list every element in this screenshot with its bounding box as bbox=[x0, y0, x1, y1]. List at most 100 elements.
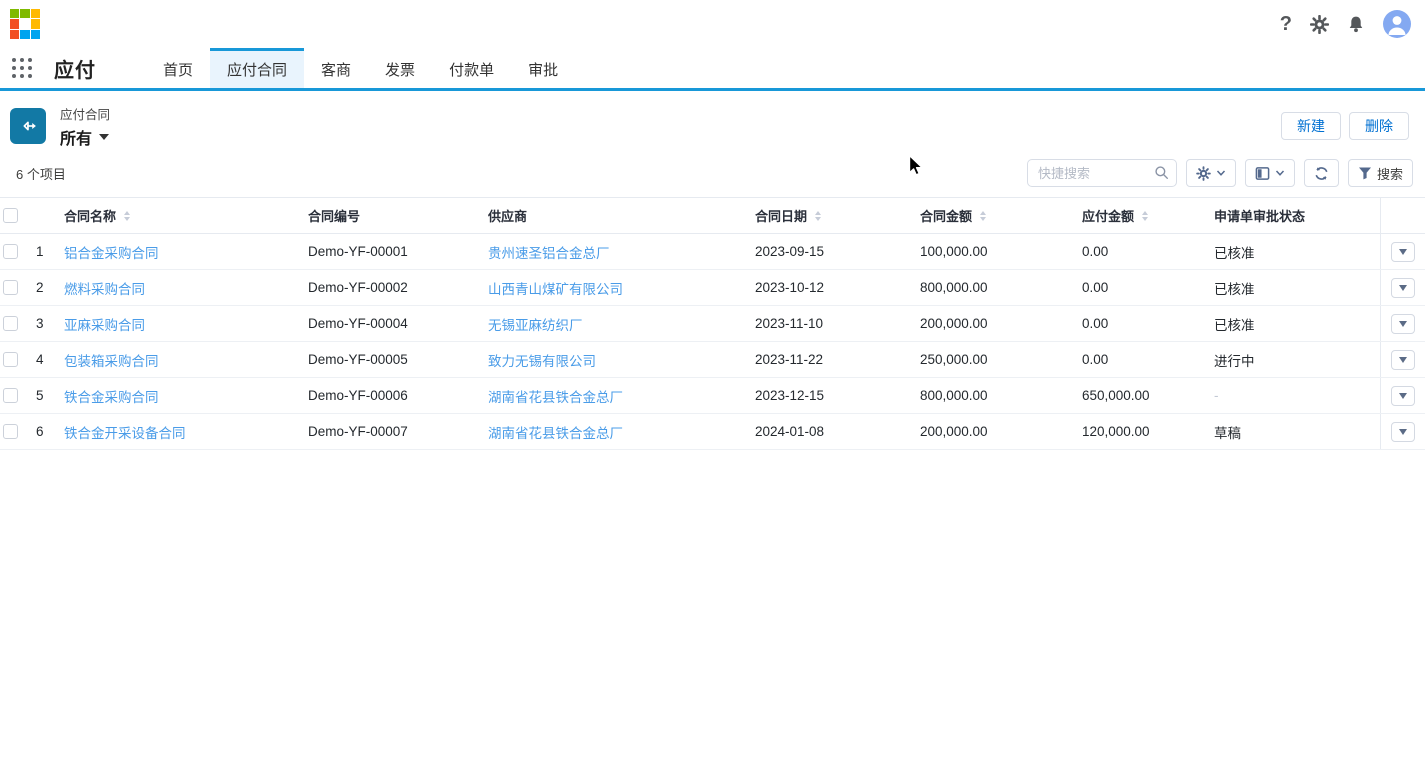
column-header-contract-date[interactable]: 合同日期 bbox=[755, 206, 920, 225]
payable-amount: 650,000.00 bbox=[1082, 388, 1150, 403]
gear-icon bbox=[1196, 165, 1211, 181]
caret-down-icon bbox=[1399, 428, 1407, 435]
row-number: 6 bbox=[36, 424, 44, 439]
approval-status: 已核准 bbox=[1214, 317, 1255, 333]
list-settings-button[interactable] bbox=[1185, 159, 1236, 187]
contract-date: 2023-11-22 bbox=[755, 352, 824, 367]
approval-status: 进行中 bbox=[1214, 353, 1255, 369]
chevron-down-icon bbox=[1275, 170, 1285, 176]
new-button[interactable]: 新建 bbox=[1281, 112, 1341, 140]
table-header-row: 合同名称 合同编号 供应商 合同日期 合同金额 应付金额 申请单审批状态 bbox=[0, 197, 1425, 234]
contract-amount: 100,000.00 bbox=[920, 244, 988, 259]
supplier-link[interactable]: 山西青山煤矿有限公司 bbox=[488, 282, 623, 297]
column-header-contract-code: 合同编号 bbox=[308, 209, 361, 224]
tab-payable-contracts[interactable]: 应付合同 bbox=[210, 48, 305, 88]
filter-search-button[interactable]: 搜索 bbox=[1347, 159, 1413, 187]
page-header: 应付合同 所有 新建 删除 bbox=[0, 100, 1425, 152]
caret-down-icon bbox=[1399, 356, 1407, 363]
row-checkbox[interactable] bbox=[3, 352, 18, 367]
contract-amount: 200,000.00 bbox=[920, 316, 988, 331]
chevron-down-icon bbox=[99, 133, 110, 140]
app-nav-bar: 应付 首页 应付合同 客商 发票 付款单 审批 bbox=[0, 48, 1425, 91]
row-actions-button[interactable] bbox=[1391, 421, 1415, 442]
chevron-down-icon bbox=[1216, 170, 1226, 176]
caret-down-icon bbox=[1399, 248, 1407, 255]
contract-name-link[interactable]: 包装箱采购合同 bbox=[64, 354, 159, 369]
column-header-contract-name[interactable]: 合同名称 bbox=[64, 206, 308, 225]
sort-icon bbox=[124, 210, 131, 221]
tab-invoices[interactable]: 发票 bbox=[368, 48, 432, 88]
column-header-supplier: 供应商 bbox=[488, 209, 528, 224]
row-checkbox[interactable] bbox=[3, 244, 18, 259]
contract-name-link[interactable]: 亚麻采购合同 bbox=[64, 318, 145, 333]
bell-icon[interactable] bbox=[1347, 15, 1365, 34]
contract-code: Demo-YF-00001 bbox=[308, 244, 408, 259]
contract-name-link[interactable]: 铁合金开采设备合同 bbox=[64, 426, 186, 441]
refresh-button[interactable] bbox=[1303, 159, 1339, 187]
table-row: 3 亚麻采购合同 Demo-YF-00004 无锡亚麻纺织厂 2023-11-1… bbox=[0, 306, 1425, 342]
list-toolbar: 6 个项目 快捷搜索 搜索 bbox=[0, 156, 1425, 190]
refresh-icon bbox=[1315, 166, 1328, 180]
row-checkbox[interactable] bbox=[3, 424, 18, 439]
row-actions-button[interactable] bbox=[1391, 385, 1415, 406]
contract-code: Demo-YF-00007 bbox=[308, 424, 408, 439]
tab-approvals[interactable]: 审批 bbox=[511, 48, 575, 88]
row-actions-button[interactable] bbox=[1391, 277, 1415, 298]
supplier-link[interactable]: 湖南省花县铁合金总厂 bbox=[488, 426, 623, 441]
supplier-link[interactable]: 贵州速圣铝合金总厂 bbox=[488, 246, 610, 261]
row-number: 5 bbox=[36, 388, 44, 403]
column-header-contract-amount[interactable]: 合同金额 bbox=[920, 206, 1082, 225]
approval-status: 已核准 bbox=[1214, 281, 1255, 297]
column-header-payable-amount[interactable]: 应付金额 bbox=[1082, 206, 1214, 225]
view-name: 所有 bbox=[60, 130, 93, 148]
row-checkbox[interactable] bbox=[3, 316, 18, 331]
app-launcher-icon[interactable] bbox=[12, 58, 38, 78]
row-checkbox[interactable] bbox=[3, 388, 18, 403]
approval-status: 草稿 bbox=[1214, 425, 1241, 441]
contract-name-link[interactable]: 铁合金采购合同 bbox=[64, 390, 159, 405]
table-row: 5 铁合金采购合同 Demo-YF-00006 湖南省花县铁合金总厂 2023-… bbox=[0, 378, 1425, 414]
row-actions-button[interactable] bbox=[1391, 349, 1415, 370]
display-layout-button[interactable] bbox=[1244, 159, 1295, 187]
contract-name-link[interactable]: 铝合金采购合同 bbox=[64, 246, 159, 261]
table-row: 6 铁合金开采设备合同 Demo-YF-00007 湖南省花县铁合金总厂 202… bbox=[0, 414, 1425, 450]
contract-date: 2023-12-15 bbox=[755, 388, 825, 403]
caret-down-icon bbox=[1399, 392, 1407, 399]
column-header-actions bbox=[1380, 198, 1425, 233]
column-header-approval-status: 申请单审批状态 bbox=[1214, 209, 1306, 224]
contracts-table: 合同名称 合同编号 供应商 合同日期 合同金额 应付金额 申请单审批状态 1 铝… bbox=[0, 197, 1425, 450]
select-all-checkbox[interactable] bbox=[3, 208, 18, 223]
row-actions-button[interactable] bbox=[1391, 313, 1415, 334]
row-number: 4 bbox=[36, 352, 44, 367]
entity-label: 应付合同 bbox=[60, 107, 111, 122]
supplier-link[interactable]: 无锡亚麻纺织厂 bbox=[488, 318, 583, 333]
table-columns-icon bbox=[1255, 166, 1270, 180]
contract-amount: 800,000.00 bbox=[920, 280, 988, 295]
nav-tabs: 首页 应付合同 客商 发票 付款单 审批 bbox=[146, 48, 575, 88]
sort-icon bbox=[1142, 210, 1149, 221]
tab-home[interactable]: 首页 bbox=[146, 48, 210, 88]
delete-button[interactable]: 删除 bbox=[1349, 112, 1409, 140]
row-checkbox[interactable] bbox=[3, 280, 18, 295]
supplier-link[interactable]: 致力无锡有限公司 bbox=[488, 354, 596, 369]
payable-amount: 0.00 bbox=[1082, 316, 1109, 331]
row-actions-button[interactable] bbox=[1391, 241, 1415, 262]
user-avatar[interactable] bbox=[1383, 10, 1411, 38]
list-view-selector[interactable]: 所有 bbox=[60, 125, 110, 149]
caret-down-icon bbox=[1399, 320, 1407, 327]
brand-logo-icon[interactable] bbox=[10, 9, 40, 39]
payable-amount: 0.00 bbox=[1082, 280, 1109, 295]
contract-amount: 250,000.00 bbox=[920, 352, 988, 367]
payable-amount: 0.00 bbox=[1082, 352, 1109, 367]
row-number: 1 bbox=[36, 244, 44, 259]
approval-status: - bbox=[1214, 388, 1219, 403]
supplier-link[interactable]: 湖南省花县铁合金总厂 bbox=[488, 390, 623, 405]
tab-vendors[interactable]: 客商 bbox=[304, 48, 368, 88]
contract-name-link[interactable]: 燃料采购合同 bbox=[64, 282, 145, 297]
gear-icon[interactable] bbox=[1310, 14, 1329, 34]
table-row: 1 铝合金采购合同 Demo-YF-00001 贵州速圣铝合金总厂 2023-0… bbox=[0, 234, 1425, 270]
help-icon[interactable]: ? bbox=[1280, 14, 1292, 34]
contract-date: 2024-01-08 bbox=[755, 424, 825, 439]
tab-payment-orders[interactable]: 付款单 bbox=[432, 48, 511, 88]
filter-funnel-icon bbox=[1358, 167, 1371, 180]
